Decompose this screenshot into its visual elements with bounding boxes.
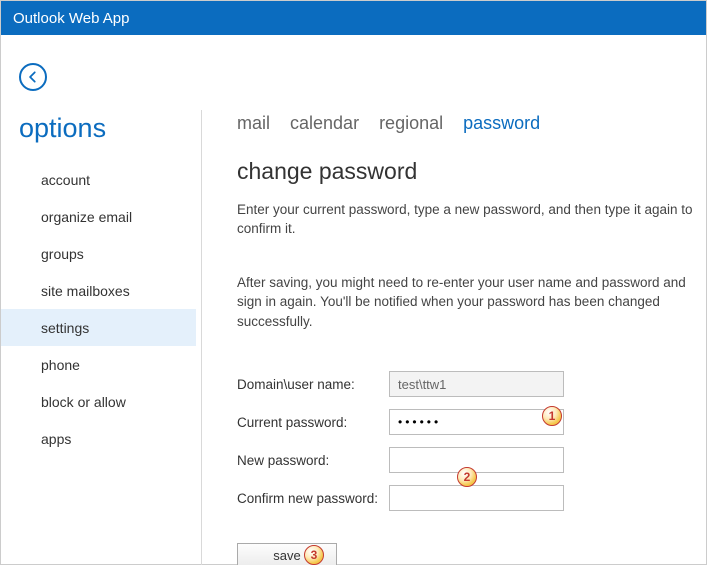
sidebar-item-organize-email[interactable]: organize email — [1, 198, 196, 235]
confirm-password-field[interactable] — [389, 485, 564, 511]
sidebar-item-label: phone — [41, 357, 80, 373]
sidebar-item-label: site mailboxes — [41, 283, 130, 299]
confirm-password-label: Confirm new password: — [237, 491, 389, 506]
app-window: Outlook Web App options account organize… — [0, 0, 707, 565]
sidebar-item-label: account — [41, 172, 90, 188]
arrow-left-icon — [26, 70, 40, 84]
annotation-badge-3: 3 — [304, 545, 324, 565]
form-row-current-password: Current password: 1 — [237, 403, 706, 441]
tab-label: regional — [379, 113, 443, 133]
back-button[interactable] — [19, 63, 47, 91]
save-button[interactable]: save 3 — [237, 543, 337, 565]
tabs: mail calendar regional password — [237, 113, 706, 134]
sidebar-item-label: groups — [41, 246, 84, 262]
tab-label: password — [463, 113, 540, 133]
page-heading: change password — [237, 158, 706, 185]
tab-mail[interactable]: mail — [237, 113, 270, 134]
sidebar-item-label: settings — [41, 320, 89, 336]
sidebar-item-settings[interactable]: settings — [1, 309, 196, 346]
vertical-divider — [201, 110, 202, 565]
main-panel: mail calendar regional password change p… — [237, 113, 706, 565]
sidebar-item-groups[interactable]: groups — [1, 235, 196, 272]
app-name: Outlook Web App — [13, 10, 129, 27]
description-1: Enter your current password, type a new … — [237, 201, 706, 239]
sidebar-item-account[interactable]: account — [1, 161, 196, 198]
current-password-field[interactable] — [389, 409, 564, 435]
sidebar-item-block-or-allow[interactable]: block or allow — [1, 383, 196, 420]
sidebar-item-label: block or allow — [41, 394, 126, 410]
tab-password[interactable]: password — [463, 113, 540, 134]
app-body: options account organize email groups si… — [1, 35, 706, 564]
tab-regional[interactable]: regional — [379, 113, 443, 134]
save-button-label: save — [273, 548, 300, 563]
form-row-new-password: New password: — [237, 441, 706, 479]
sidebar-item-phone[interactable]: phone — [1, 346, 196, 383]
new-password-label: New password: — [237, 453, 389, 468]
current-password-label: Current password: — [237, 415, 389, 430]
form-row-domain: Domain\user name: — [237, 365, 706, 403]
tab-label: mail — [237, 113, 270, 133]
tab-label: calendar — [290, 113, 359, 133]
new-password-field[interactable] — [389, 447, 564, 473]
options-heading: options — [19, 113, 106, 144]
domain-username-field — [389, 371, 564, 397]
tab-calendar[interactable]: calendar — [290, 113, 359, 134]
change-password-form: Domain\user name: Current password: 1 Ne… — [237, 365, 706, 517]
sidebar-item-label: organize email — [41, 209, 132, 225]
domain-label: Domain\user name: — [237, 377, 389, 392]
sidebar-item-label: apps — [41, 431, 71, 447]
form-row-confirm-password: Confirm new password: 2 — [237, 479, 706, 517]
titlebar: Outlook Web App — [1, 1, 706, 35]
sidebar: account organize email groups site mailb… — [1, 161, 196, 457]
description-2: After saving, you might need to re-enter… — [237, 273, 706, 332]
sidebar-item-apps[interactable]: apps — [1, 420, 196, 457]
sidebar-item-site-mailboxes[interactable]: site mailboxes — [1, 272, 196, 309]
